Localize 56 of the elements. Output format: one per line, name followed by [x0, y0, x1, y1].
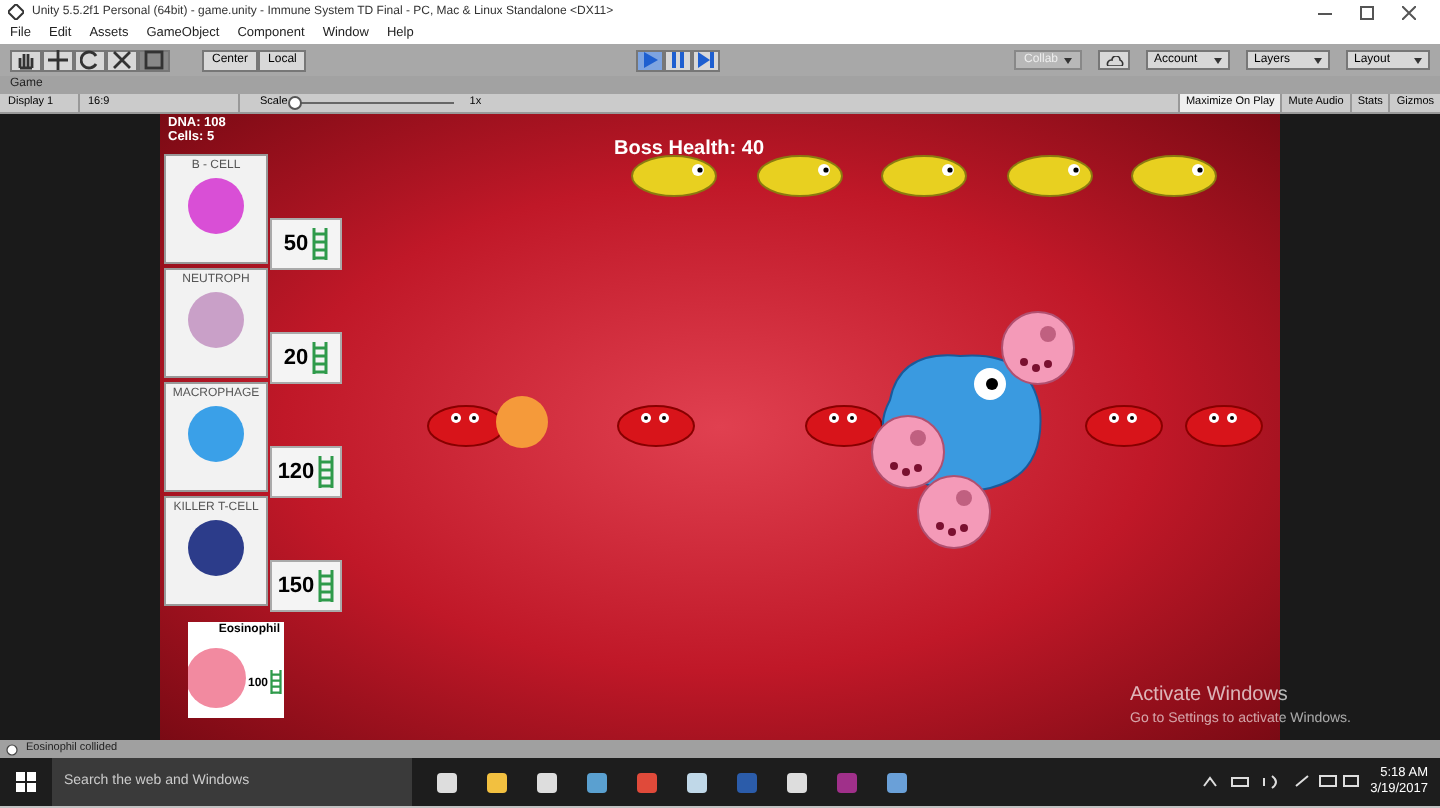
cost-value: 120: [277, 457, 315, 488]
bacterium-drawing: [1006, 154, 1094, 198]
maximize-icon[interactable]: [1360, 5, 1374, 19]
blood-cell-drawing: [804, 404, 884, 448]
tool-button[interactable]: [42, 49, 74, 71]
tool-button[interactable]: [138, 49, 170, 71]
play-icon: [642, 52, 659, 68]
dna-icon: [270, 670, 282, 694]
boss-health-text: Boss Health: 40: [614, 136, 765, 164]
blood-cell-drawing: [1184, 404, 1264, 448]
bacterium-drawing: [756, 154, 844, 198]
taskbar-app-icon[interactable]: [686, 771, 708, 793]
bacterium-drawing: [880, 154, 968, 198]
info-icon: [6, 743, 18, 755]
dna-icon: [312, 342, 329, 374]
caret-icon: [1064, 57, 1072, 63]
step-icon: [698, 52, 715, 68]
cost-value: 50: [283, 229, 309, 260]
hand-icon: [16, 50, 36, 70]
play-control[interactable]: [636, 49, 665, 71]
dna-icon: [318, 456, 335, 488]
taskbar-app-icon[interactable]: [886, 771, 908, 793]
cost-value: 150: [277, 571, 315, 602]
taskbar-app-icon[interactable]: [786, 771, 808, 793]
unity-logo-icon: [8, 4, 24, 20]
cost-value: 20: [283, 343, 309, 374]
caret-icon: [1214, 57, 1222, 63]
taskbar-app-icon[interactable]: [436, 771, 458, 793]
rect-tool-icon: [144, 50, 164, 70]
placement-cursor-icon: [496, 396, 548, 448]
rotate-icon: [80, 50, 100, 70]
cloud-button[interactable]: [1098, 50, 1130, 70]
bacterium-drawing: [630, 154, 718, 198]
blood-cell-drawing: [1084, 404, 1164, 448]
tool-button[interactable]: [74, 49, 106, 71]
taskbar-app-icon[interactable]: [536, 771, 558, 793]
taskbar-app-icon[interactable]: [586, 771, 608, 793]
bacterium-drawing: [1130, 154, 1218, 198]
play-control[interactable]: [664, 49, 693, 71]
play-control[interactable]: [692, 49, 721, 71]
dna-icon: [312, 228, 329, 260]
caret-icon: [1414, 57, 1422, 63]
dna-icon: [318, 570, 335, 602]
windows-logo-icon[interactable]: [16, 772, 36, 792]
cloud-icon: [1105, 55, 1123, 65]
slider-thumb[interactable]: [287, 96, 302, 110]
move-icon: [48, 50, 68, 70]
pause-icon: [670, 52, 687, 68]
scale-icon: [112, 50, 132, 70]
blood-cell-drawing: [616, 404, 696, 448]
tool-button[interactable]: [106, 49, 138, 71]
close-icon[interactable]: [1402, 5, 1416, 19]
blood-cell-drawing: [426, 404, 506, 448]
caret-icon: [1314, 57, 1322, 63]
taskbar-app-icon[interactable]: [486, 771, 508, 793]
tool-button[interactable]: [10, 49, 42, 71]
